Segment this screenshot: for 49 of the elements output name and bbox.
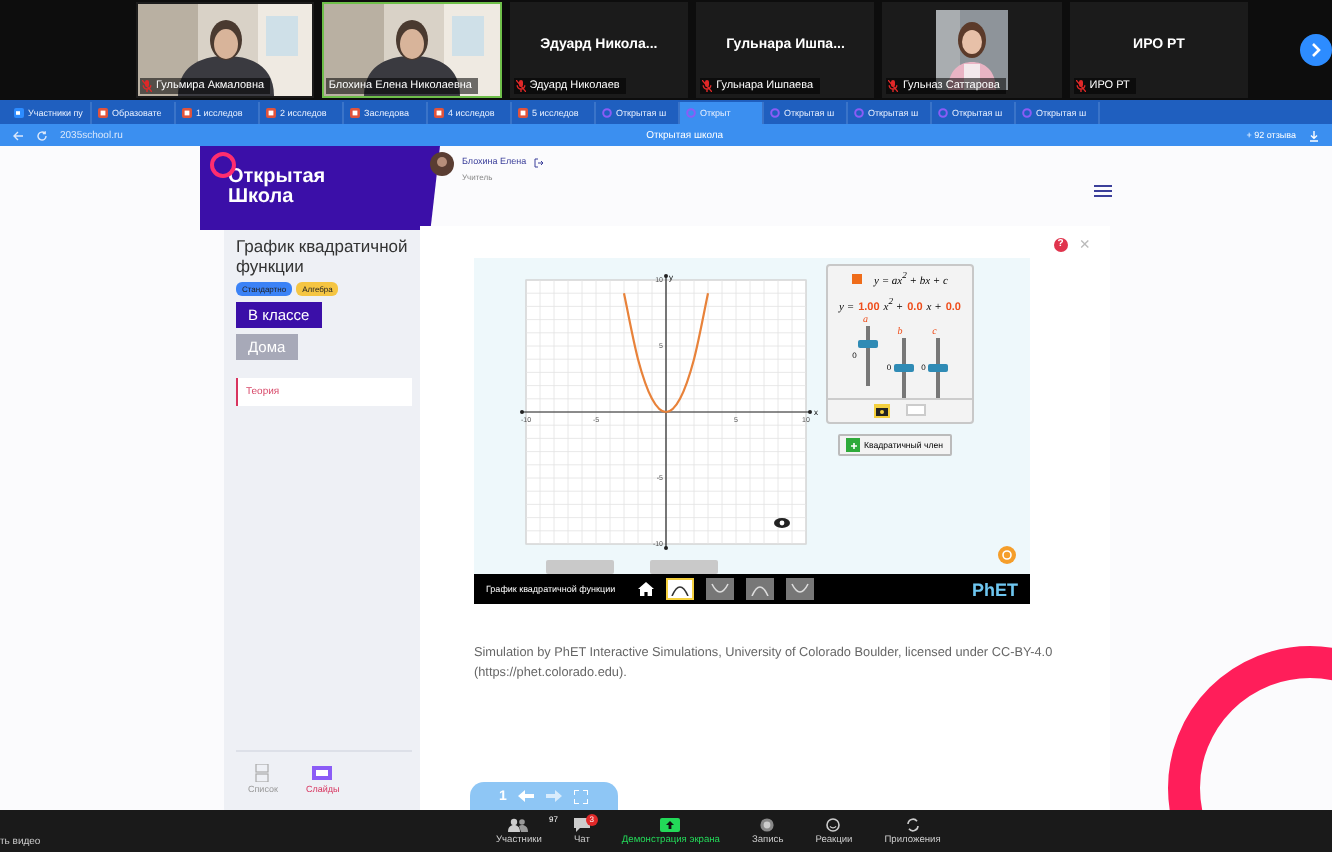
fullscreen-icon[interactable] (574, 789, 589, 803)
share-screen-icon (660, 817, 681, 831)
chat-icon (573, 817, 590, 831)
camera-button[interactable] (874, 404, 890, 418)
eye-icon[interactable] (774, 518, 790, 528)
slides-icon (312, 764, 333, 782)
document-icon (518, 108, 528, 118)
muted-mic-icon (888, 80, 899, 92)
slider-thumb[interactable] (927, 363, 948, 372)
reset-icon[interactable] (998, 546, 1016, 564)
document-icon (434, 108, 444, 118)
ring-icon (686, 108, 696, 118)
download-icon (1308, 129, 1320, 141)
collapse-icon[interactable] (852, 273, 863, 284)
document-icon (98, 108, 108, 118)
slider-thumb[interactable] (858, 339, 879, 348)
ring-icon (602, 108, 612, 118)
ring-icon (1022, 108, 1032, 118)
document-icon (266, 108, 276, 118)
ring-icon (938, 108, 948, 118)
parabola-line (622, 292, 710, 414)
muted-mic-icon (702, 80, 713, 92)
chevron-icon (1310, 42, 1323, 58)
apps-icon (905, 817, 920, 831)
document-icon (350, 108, 360, 118)
school-logo: Открытая Школа (228, 168, 326, 208)
camera-icon (14, 108, 24, 118)
lesson-title: График квадратичной функции (236, 238, 410, 276)
muted-mic-icon (142, 80, 152, 92)
muted-mic-icon (1075, 80, 1086, 92)
plus-icon (849, 441, 857, 449)
reload-icon (36, 129, 48, 141)
ring-icon (770, 108, 780, 118)
record-icon (760, 817, 775, 831)
ring-icon (854, 108, 864, 118)
people-icon (508, 817, 529, 831)
avatar (430, 152, 454, 176)
muted-mic-icon (515, 80, 526, 92)
document-icon (182, 108, 192, 118)
slider-thumb[interactable] (893, 363, 914, 372)
phet-logo: PhET (971, 579, 1018, 599)
list-icon (252, 764, 273, 782)
next-page-button[interactable] (1300, 34, 1332, 66)
logout-icon (534, 158, 545, 168)
previous-arrow-icon[interactable] (518, 790, 535, 802)
camera-icon (876, 406, 888, 416)
back-icon (12, 129, 24, 141)
home-icon[interactable] (638, 582, 654, 596)
smiley-icon (826, 817, 841, 831)
